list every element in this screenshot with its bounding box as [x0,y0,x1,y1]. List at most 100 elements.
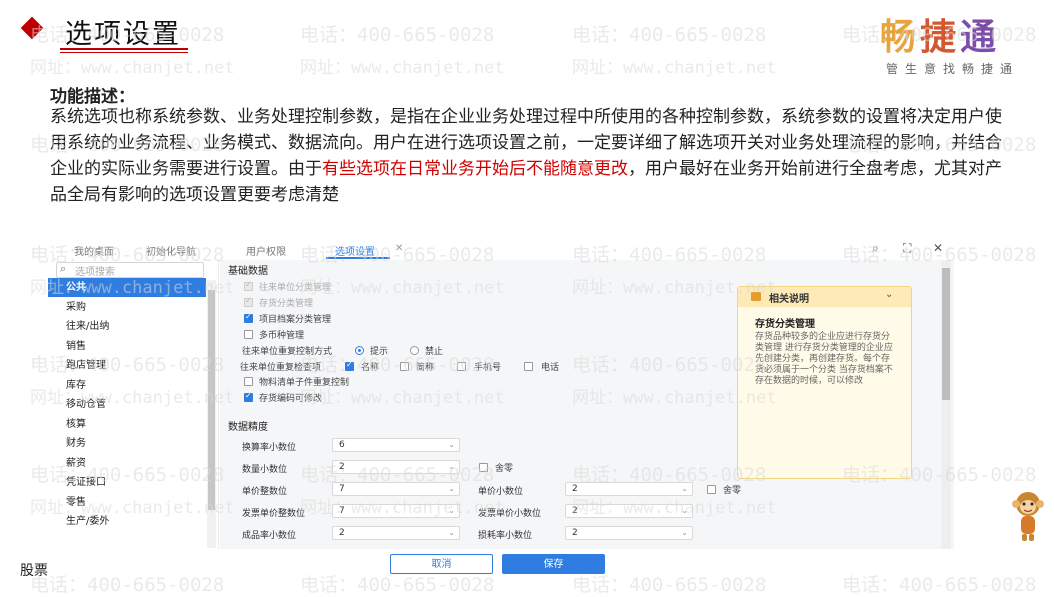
option-label: 手机号 [474,363,502,373]
sidebar-item-purchase[interactable]: 采购 [48,298,206,317]
invoice-int-select[interactable]: 7 ⌄ [332,504,460,518]
search-icon: ⌕ [60,262,67,275]
title-underline [60,52,188,53]
option-label: 提示 [370,347,389,357]
sidebar-item-sales[interactable]: 销售 [48,337,206,356]
tab-my-desktop[interactable]: 我的桌面 [74,243,114,258]
checkbox-check-phone[interactable] [524,362,533,371]
sidebar-item-salary[interactable]: 薪资 [48,454,206,473]
options-sidebar: ⌕ 选项搜索 公共 采购 往来/出纳 销售 跑店管理 库存 移动仓管 核算 财务… [48,260,219,549]
option-label: 存货编码可修改 [259,394,323,404]
checkbox-qty-round[interactable] [479,463,488,472]
option-label: 物料清单子件重复控制 [259,378,350,388]
chanjet-logo: 畅捷通 [880,17,1001,58]
book-icon [751,292,761,301]
checkbox-multi-currency[interactable] [244,330,253,339]
option-label: 禁止 [425,347,444,357]
option-label: 舍零 [723,486,742,496]
option-label: 项目档案分类管理 [259,315,332,325]
sidebar-item-production[interactable]: 生产/委外 [48,512,206,531]
checkbox-stock-code-editable[interactable] [244,391,253,402]
price-dec-select[interactable]: 2 ⌄ [565,482,693,496]
logo-slogan: 管生意找畅捷通 [886,62,1020,76]
help-panel: 相关说明 ⌄ 存货分类管理 存货品种较多的企业应进行存货分类管理 进行存货分类管… [737,286,912,479]
search-icon[interactable]: ⌕ [872,241,879,256]
qty-decimal-select[interactable]: 2 ⌄ [332,460,460,474]
yield-decimal-select[interactable]: 2 ⌄ [332,526,460,540]
checkbox-price-round[interactable] [707,485,716,494]
stock-label: 股票 [20,563,48,579]
field-label: 发票单价小数位 [478,509,542,519]
checkbox-stock-category[interactable] [244,296,253,307]
rate-decimal-select[interactable]: 6 ⌄ [332,438,460,452]
description-warning: 有些选项在日常业务开始后不能随意更改 [322,159,628,179]
checkbox-bom-dup[interactable] [244,377,253,386]
sidebar-item-accounting[interactable]: 核算 [48,415,206,434]
active-tab-indicator [326,257,390,259]
option-label: 舍零 [495,464,514,474]
tab-user-permission[interactable]: 用户权限 [246,243,286,258]
price-int-select[interactable]: 7 ⌄ [332,482,460,496]
field-label: 单价小数位 [478,487,524,497]
sidebar-item-mobile-warehouse[interactable]: 移动仓管 [48,395,206,414]
loss-decimal-select[interactable]: 2 ⌄ [565,526,693,540]
option-label: 存货分类管理 [259,299,314,309]
help-topic: 存货分类管理 [755,319,815,330]
tab-close-icon[interactable]: ✕ [395,243,403,254]
sidebar-item-payment[interactable]: 往来/出纳 [48,317,206,336]
option-label: 名称 [361,363,380,373]
option-label: 往来单位重复控制方式 [242,347,333,357]
tab-init-guide[interactable]: 初始化导航 [146,243,196,258]
expand-icon[interactable]: ⛶ [903,241,911,256]
field-label: 发票单价整数位 [242,509,306,519]
option-label: 电话 [541,363,560,373]
field-label: 成品率小数位 [242,531,297,541]
close-icon[interactable]: ✕ [933,241,943,255]
radio-control-prompt[interactable] [355,346,364,355]
watermark: 电话：400-665-0028 [300,574,495,596]
watermark: 电话：400-665-0028 [572,574,767,596]
checkbox-check-name[interactable] [345,360,354,371]
option-label: 多币种管理 [259,331,305,341]
option-label: 往来单位分类管理 [259,283,332,293]
option-search-input[interactable]: ⌕ 选项搜索 [56,262,204,278]
sidebar-item-store-visit[interactable]: 跑店管理 [48,356,206,375]
sidebar-item-finance[interactable]: 财务 [48,434,206,453]
invoice-dec-select[interactable]: 2 ⌄ [565,504,693,518]
sidebar-item-retail[interactable]: 零售 [48,493,206,512]
field-label: 数量小数位 [242,465,288,475]
title-underline [60,48,188,50]
sidebar-item-public[interactable]: 公共 [48,278,206,297]
description-text: 系统选项也称系统参数、业务处理控制参数，是指在企业业务处理过程中所使用的各种控制… [50,107,1002,205]
help-panel-header[interactable]: 相关说明 ⌄ [738,287,911,307]
sidebar-item-inventory[interactable]: 库存 [48,376,206,395]
diamond-bullet-icon [20,16,44,40]
monkey-mascot-icon [1012,492,1044,541]
radio-control-forbid[interactable] [410,346,419,355]
save-button[interactable]: 保存 [502,554,605,574]
sidebar-scrollbar-thumb[interactable] [208,290,215,510]
field-label: 换算率小数位 [242,443,297,453]
watermark: 电话：400-665-0028 网址：www.chanjet.net [300,24,505,78]
sidebar-item-voucher-interface[interactable]: 凭证接口 [48,473,206,492]
checkbox-check-mobile[interactable] [457,362,466,371]
checkbox-project-category[interactable] [244,312,253,323]
section-title-basic: 基础数据 [228,266,268,277]
checkbox-check-short[interactable] [400,362,409,371]
checkbox-partner-category[interactable] [244,280,253,291]
chevron-down-icon[interactable]: ⌄ [885,289,893,300]
section-title-precision: 数据精度 [228,422,268,433]
field-label: 损耗率小数位 [478,531,533,541]
field-label: 单价整数位 [242,487,288,497]
watermark: 电话：400-665-0028 [842,574,1037,596]
content-scrollbar-thumb[interactable] [942,268,950,400]
cancel-button[interactable]: 取消 [390,554,493,574]
tab-bar: 我的桌面 初始化导航 用户权限 选项设置 ✕ ⌕ ⛶ ✕ [48,240,954,261]
option-label: 往来单位重复检查项 [240,363,322,373]
watermark: 电话：400-665-0028 网址：www.chanjet.net [572,24,777,78]
help-body: 存货品种较多的企业应进行存货分类管理 进行存货分类管理的企业应先创建分类，再创建… [755,332,893,386]
slide-title: 选项设置 [65,19,181,50]
option-label: 简称 [416,363,435,373]
help-panel-title: 相关说明 [769,294,809,305]
tab-option-settings[interactable]: 选项设置 [335,243,375,258]
